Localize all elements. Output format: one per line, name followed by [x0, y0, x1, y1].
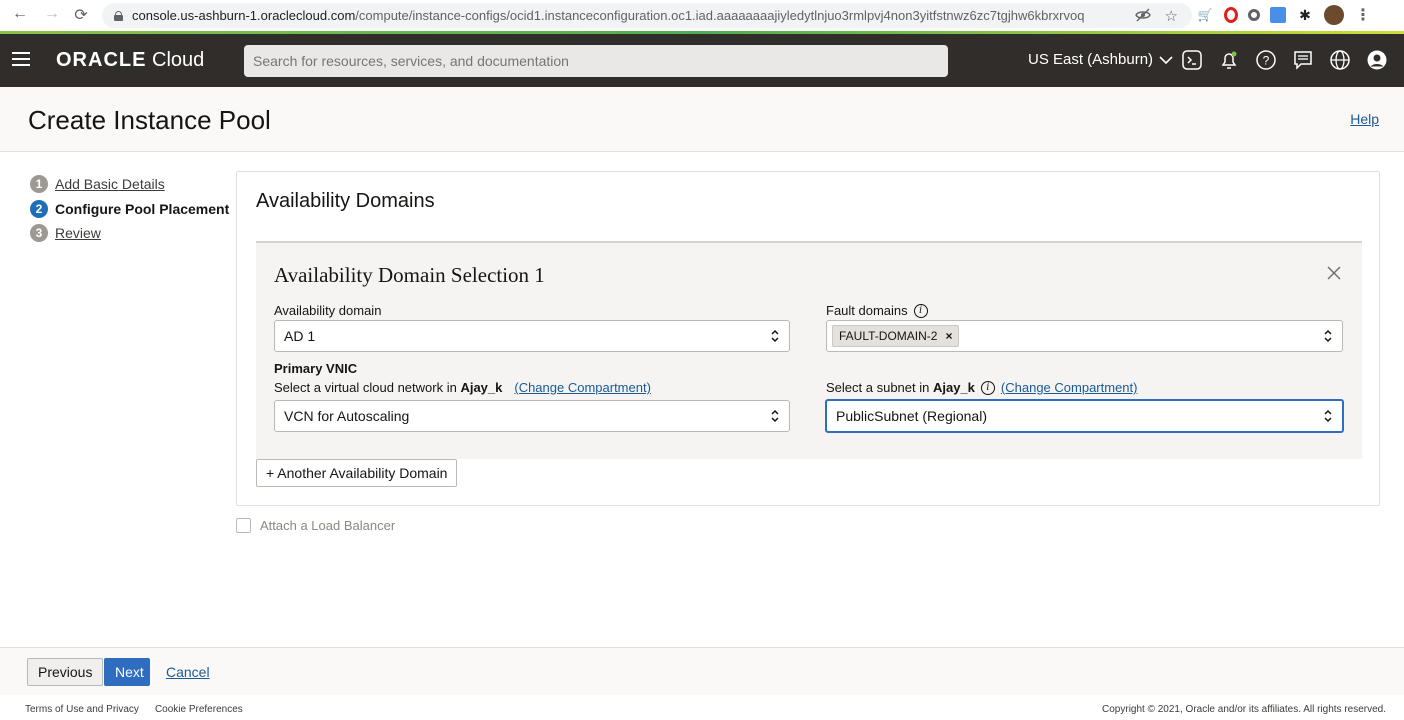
help-question-icon[interactable]: ? [1255, 49, 1277, 71]
load-balancer-row: Attach a Load Balancer [236, 518, 395, 533]
region-selector[interactable]: US East (Ashburn) [1028, 51, 1173, 68]
browser-toolbar: ← → ⟳ console.us-ashburn-1.oraclecloud.c… [0, 0, 1404, 31]
opera-extension-icon[interactable] [1224, 7, 1238, 23]
address-bar[interactable]: console.us-ashburn-1.oraclecloud.com/com… [102, 3, 1192, 28]
fault-domains-label: Fault domains i [826, 303, 928, 318]
console-header: ORACLE Cloud US East (Ashburn) ? [0, 34, 1404, 87]
page-title: Create Instance Pool [28, 105, 271, 135]
hamburger-menu-icon[interactable] [12, 52, 30, 66]
step-number: 2 [30, 199, 48, 218]
panel-title: Availability Domains [256, 190, 435, 212]
remove-chip-icon[interactable]: × [945, 329, 952, 343]
fault-domain-chip: FAULT-DOMAIN-2 × [832, 325, 960, 347]
sort-arrows-icon [771, 409, 779, 423]
step-label[interactable]: Review [55, 225, 101, 241]
star-icon[interactable]: ☆ [1165, 7, 1178, 27]
forward-arrow-icon[interactable]: → [39, 5, 65, 23]
search-input[interactable] [244, 45, 948, 77]
vcn-select[interactable]: VCN for Autoscaling [274, 400, 790, 432]
step-label[interactable]: Add Basic Details [55, 176, 165, 192]
back-arrow-icon[interactable]: ← [7, 5, 33, 23]
feedback-chat-icon[interactable] [1292, 49, 1314, 71]
previous-button[interactable]: Previous [27, 658, 104, 686]
copyright-text: Copyright © 2021, Oracle and/or its affi… [1102, 704, 1386, 715]
url-text: console.us-ashburn-1.oraclecloud.com/com… [132, 8, 1085, 23]
step-review[interactable]: 3 Review [30, 221, 229, 246]
svg-text:?: ? [1263, 54, 1270, 68]
notifications-bell-icon[interactable] [1218, 49, 1240, 71]
next-button[interactable]: Next [104, 658, 150, 686]
step-number: 1 [30, 175, 48, 194]
sort-arrows-icon [1324, 409, 1332, 423]
primary-vnic-heading: Primary VNIC [274, 361, 358, 376]
page-footer: Terms of Use and Privacy Cookie Preferen… [0, 695, 1404, 720]
step-add-basic-details[interactable]: 1 Add Basic Details [30, 172, 229, 197]
lock-icon [114, 10, 123, 21]
vcn-label: Select a virtual cloud network in Ajay_k… [274, 380, 651, 395]
help-link[interactable]: Help [1350, 111, 1379, 127]
cookie-preferences-link[interactable]: Cookie Preferences [155, 704, 243, 715]
load-balancer-label: Attach a Load Balancer [260, 518, 396, 533]
close-icon[interactable] [1326, 265, 1342, 281]
cart-extension-icon[interactable]: 🛒 [1196, 6, 1214, 24]
availability-domains-panel: Availability Domains Availability Domain… [236, 171, 1380, 506]
step-number: 3 [30, 224, 48, 243]
change-compartment-link[interactable]: (Change Compartment) [1001, 380, 1138, 395]
eye-off-icon[interactable] [1134, 7, 1151, 27]
cancel-link[interactable]: Cancel [166, 664, 210, 680]
oracle-cloud-logo[interactable]: ORACLE Cloud [56, 49, 204, 72]
chevron-down-icon [1159, 55, 1173, 64]
step-label: Configure Pool Placement [55, 200, 230, 217]
load-balancer-checkbox[interactable] [236, 518, 251, 533]
blue-extension-icon[interactable] [1270, 7, 1286, 23]
circle-extension-icon[interactable] [1248, 9, 1260, 21]
change-compartment-link[interactable]: (Change Compartment) [514, 380, 651, 395]
sort-arrows-icon [1324, 329, 1332, 343]
sort-arrows-icon [771, 329, 779, 343]
availability-domain-selection: Availability Domain Selection 1 Availabi… [256, 241, 1362, 459]
user-profile-icon[interactable] [1366, 49, 1388, 71]
kebab-menu-icon[interactable]: ⋮ [1354, 6, 1372, 24]
puzzle-extension-icon[interactable]: ✱ [1296, 6, 1314, 24]
wizard-action-bar: Previous Next Cancel [0, 647, 1404, 695]
language-globe-icon[interactable] [1329, 49, 1351, 71]
subnet-label: Select a subnet in Ajay_k i (Change Comp… [826, 380, 1138, 395]
page-title-bar: Create Instance Pool Help [0, 87, 1404, 152]
profile-avatar[interactable] [1324, 5, 1344, 25]
fault-domains-select[interactable]: FAULT-DOMAIN-2 × [826, 320, 1343, 352]
availability-domain-label: Availability domain [274, 303, 382, 318]
terms-link[interactable]: Terms of Use and Privacy [25, 704, 139, 715]
subnet-select[interactable]: PublicSubnet (Regional) [825, 399, 1344, 433]
availability-domain-select[interactable]: AD 1 [274, 320, 790, 352]
reload-icon[interactable]: ⟳ [68, 5, 94, 25]
selection-title: Availability Domain Selection 1 [274, 263, 545, 287]
info-icon[interactable]: i [980, 380, 995, 395]
cloud-shell-icon[interactable] [1181, 49, 1203, 71]
wizard-steps: 1 Add Basic Details 2 Configure Pool Pla… [30, 172, 229, 246]
add-availability-domain-button[interactable]: + Another Availability Domain [256, 459, 458, 487]
step-configure-pool-placement: 2 Configure Pool Placement [30, 197, 229, 222]
info-icon[interactable]: i [913, 303, 928, 318]
